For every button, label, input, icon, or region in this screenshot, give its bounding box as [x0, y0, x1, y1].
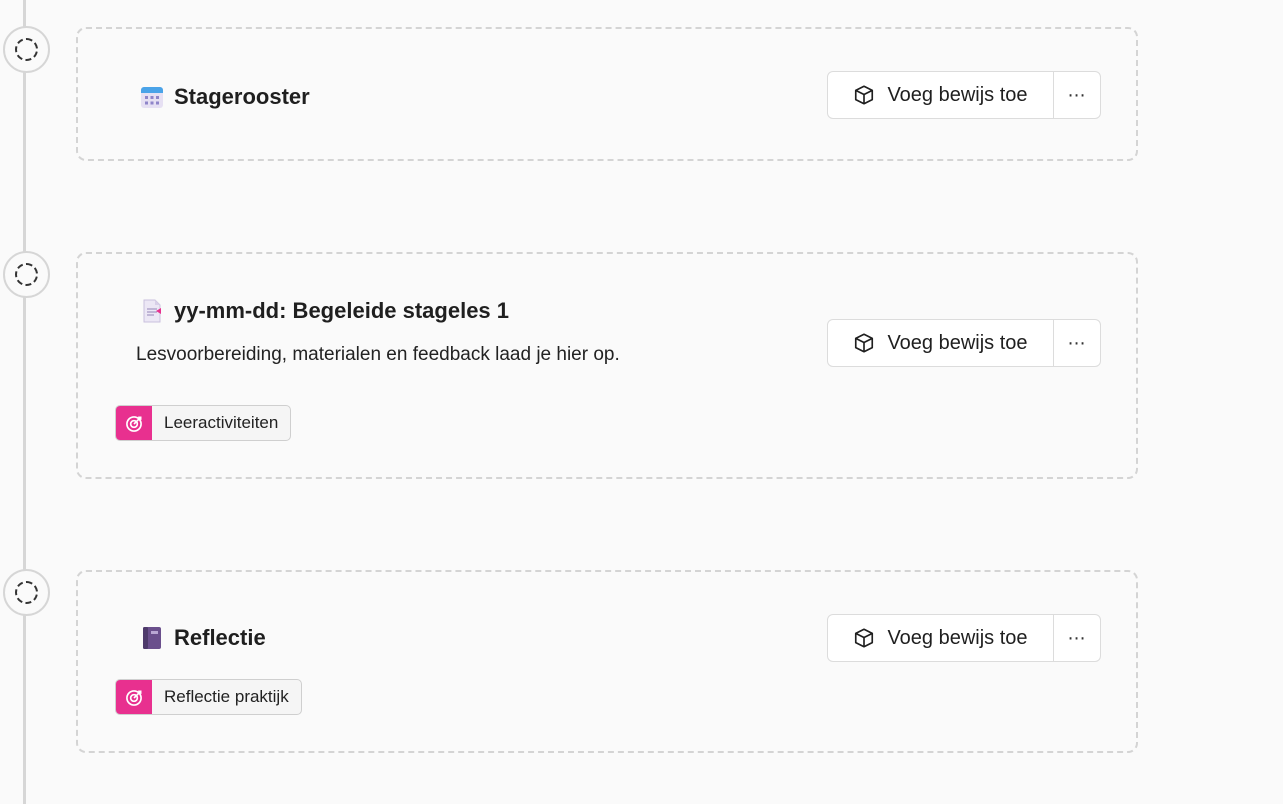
timeline-line — [23, 0, 26, 804]
add-evidence-button[interactable]: Voeg bewijs toe — [828, 615, 1054, 661]
add-evidence-button[interactable]: Voeg bewijs toe — [828, 320, 1054, 366]
calendar-icon — [141, 87, 163, 108]
evidence-card-stagerooster: Stagerooster Voeg bewijs toe ⋯ — [76, 27, 1138, 161]
status-pending-icon — [3, 569, 50, 616]
action-group: Voeg bewijs toe ⋯ — [827, 71, 1101, 119]
evidence-card-reflectie: Reflectie Voeg bewijs toe ⋯ Reflectie pr… — [76, 570, 1138, 753]
tag-label: Reflectie praktijk — [164, 687, 289, 706]
more-options-button[interactable]: ⋯ — [1054, 72, 1100, 118]
card-description: Lesvoorbereiding, materialen en feedback… — [136, 344, 620, 365]
action-group: Voeg bewijs toe ⋯ — [827, 614, 1101, 662]
box-icon — [855, 333, 874, 353]
page: Stagerooster Voeg bewijs toe ⋯ yy-mm-dd:… — [0, 0, 1283, 804]
action-group: Voeg bewijs toe ⋯ — [827, 319, 1101, 367]
card-title: Reflectie — [140, 625, 266, 651]
notebook-icon — [143, 627, 161, 649]
add-evidence-label: Voeg bewijs toe — [887, 331, 1028, 354]
more-options-button[interactable]: ⋯ — [1054, 320, 1100, 366]
status-pending-icon — [3, 26, 50, 73]
card-title-text: yy-mm-dd: Begeleide stageles 1 — [174, 298, 510, 323]
card-title-text: Reflectie — [174, 625, 266, 650]
more-options-button[interactable]: ⋯ — [1054, 615, 1100, 661]
card-title: yy-mm-dd: Begeleide stageles 1 — [140, 298, 509, 324]
add-evidence-label: Voeg bewijs toe — [887, 83, 1028, 106]
card-title: Stagerooster — [140, 84, 310, 110]
box-icon — [855, 85, 874, 105]
target-icon — [116, 406, 152, 440]
card-title-text: Stagerooster — [174, 84, 310, 109]
document-icon — [143, 299, 161, 323]
target-icon — [116, 680, 152, 714]
box-icon — [855, 628, 874, 648]
add-evidence-label: Voeg bewijs toe — [887, 626, 1028, 649]
tag-leeractiviteiten[interactable]: Leeractiviteiten — [115, 405, 292, 441]
tag-reflectie-praktijk[interactable]: Reflectie praktijk — [115, 679, 302, 715]
status-pending-icon — [3, 251, 50, 298]
add-evidence-button[interactable]: Voeg bewijs toe — [828, 72, 1054, 118]
evidence-card-stageles: yy-mm-dd: Begeleide stageles 1 Lesvoorbe… — [76, 252, 1138, 479]
tag-label: Leeractiviteiten — [164, 413, 279, 432]
